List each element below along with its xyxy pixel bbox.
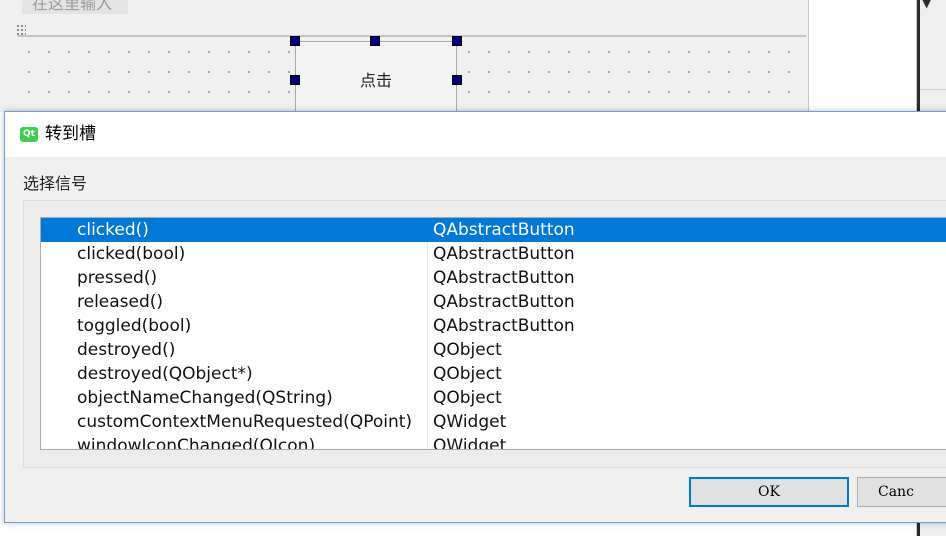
- go-to-slot-dialog: Qt 转到槽 选择信号 clicked() QAbstractButton clic…: [4, 111, 946, 523]
- selection-handle-icon[interactable]: [452, 75, 462, 85]
- signal-class: QObject: [433, 340, 502, 360]
- signal-list[interactable]: clicked() QAbstractButton clicked(bool) QAb…: [40, 217, 946, 450]
- signal-name: customContextMenuRequested(QPoint): [77, 412, 413, 432]
- layout-separator: [18, 35, 806, 37]
- signal-list-row[interactable]: pressed() QAbstractButton: [41, 266, 946, 290]
- signal-class: QAbstractButton: [433, 268, 575, 288]
- signal-list-row[interactable]: destroyed(QObject*) QObject: [41, 362, 946, 386]
- select-signal-label: 选择信号: [23, 174, 88, 193]
- signal-class: QAbstractButton: [433, 244, 575, 264]
- signal-class: QWidget: [433, 412, 507, 432]
- signal-list-row[interactable]: toggled(bool) QAbstractButton: [41, 314, 946, 338]
- signal-list-row[interactable]: clicked(bool) QAbstractButton: [41, 242, 946, 266]
- signal-name: clicked(): [77, 220, 149, 240]
- signal-class: QAbstractButton: [433, 316, 575, 336]
- signal-list-row[interactable]: windowIconChanged(QIcon) QWidget: [41, 434, 946, 450]
- signal-class: QObject: [433, 388, 502, 408]
- signal-name: released(): [77, 292, 164, 312]
- signal-class: QObject: [433, 364, 502, 384]
- cancel-button[interactable]: Canc: [857, 477, 946, 507]
- ok-button[interactable]: OK: [689, 477, 849, 507]
- signal-name: windowIconChanged(QIcon): [77, 436, 316, 450]
- signal-list-row[interactable]: objectNameChanged(QString) QObject: [41, 386, 946, 410]
- signal-list-row[interactable]: destroyed() QObject: [41, 338, 946, 362]
- signal-name: destroyed(): [77, 340, 176, 360]
- signal-name: clicked(bool): [77, 244, 186, 264]
- panel-divider: [920, 89, 946, 90]
- push-button-widget[interactable]: 点击: [295, 41, 457, 121]
- selection-handle-icon[interactable]: [370, 36, 380, 46]
- signal-name: destroyed(QObject*): [77, 364, 253, 384]
- signal-name: objectNameChanged(QString): [77, 388, 333, 408]
- dialog-titlebar[interactable]: Qt 转到槽: [5, 112, 946, 157]
- dialog-title: 转到槽: [45, 124, 96, 144]
- signal-list-row[interactable]: released() QAbstractButton: [41, 290, 946, 314]
- selection-handle-icon[interactable]: [290, 75, 300, 85]
- signal-name: pressed(): [77, 268, 158, 288]
- line-edit-widget[interactable]: 在这里输入: [22, 0, 128, 14]
- qt-logo-icon: Qt: [20, 127, 38, 142]
- chevron-down-icon[interactable]: ▼: [922, 0, 936, 9]
- signal-name: toggled(bool): [77, 316, 192, 336]
- signal-class: QWidget: [433, 436, 507, 450]
- designer-form-canvas: 在这里输入 点击: [0, 0, 809, 121]
- signal-list-row[interactable]: customContextMenuRequested(QPoint) QWidge…: [41, 410, 946, 434]
- signal-list-row[interactable]: clicked() QAbstractButton: [41, 218, 946, 242]
- selection-handle-icon[interactable]: [290, 36, 300, 46]
- signal-class: QAbstractButton: [433, 220, 575, 240]
- selection-handle-icon[interactable]: [452, 36, 462, 46]
- signal-class: QAbstractButton: [433, 292, 575, 312]
